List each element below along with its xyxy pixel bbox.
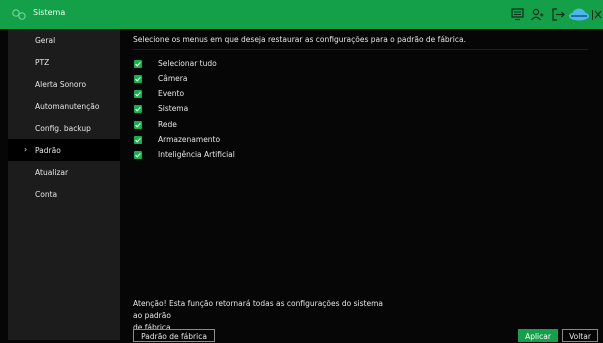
option-inteligencia-artificial[interactable]: Inteligência Artificial (134, 149, 235, 160)
option-label: Evento (158, 89, 185, 98)
main-panel: Selecione os menus em que deseja restaur… (120, 29, 603, 342)
title-bar: Sistema (0, 0, 603, 29)
checkbox-checked-icon[interactable] (134, 150, 142, 159)
sidebar-item-ptz[interactable]: PTZ (8, 51, 120, 73)
cloud-icon[interactable] (568, 7, 590, 22)
sidebar-item-atualizar[interactable]: Atualizar (8, 161, 120, 183)
back-button[interactable]: Voltar (562, 329, 598, 342)
logout-icon[interactable] (551, 7, 566, 22)
option-label: Armazenamento (158, 135, 221, 144)
sidebar-item-config-backup[interactable]: Config. backup (8, 117, 120, 139)
factory-default-button[interactable]: Padrão de fábrica (133, 329, 215, 342)
sidebar-item-label: Atualizar (35, 168, 69, 177)
sidebar-item-label: PTZ (35, 58, 50, 67)
divider (133, 49, 588, 50)
monitor-icon[interactable] (510, 7, 525, 22)
checkbox-checked-icon[interactable] (134, 74, 142, 83)
option-label: Câmera (158, 74, 188, 83)
option-camera[interactable]: Câmera (134, 73, 187, 84)
sidebar-item-label: Config. backup (35, 124, 91, 133)
option-label: Selecionar tudo (158, 59, 217, 68)
warning-line: Atenção! Esta função retornará todas as … (133, 299, 383, 320)
checkbox-checked-icon[interactable] (134, 104, 142, 113)
option-label: Rede (158, 120, 177, 129)
option-rede[interactable]: Rede (134, 119, 177, 130)
sidebar-item-label: Automanutenção (35, 102, 100, 111)
sidebar-item-conta[interactable]: Conta (8, 183, 120, 205)
sidebar-item-label: Geral (35, 36, 56, 45)
checkbox-checked-icon[interactable] (134, 135, 142, 144)
instruction-text: Selecione os menus em que deseja restaur… (133, 35, 466, 44)
user-icon[interactable] (530, 7, 545, 22)
checkbox-checked-icon[interactable] (134, 59, 142, 68)
apply-button[interactable]: Aplicar (518, 329, 558, 342)
app-logo-icon (12, 9, 26, 20)
close-icon[interactable] (593, 7, 603, 22)
option-armazenamento[interactable]: Armazenamento (134, 134, 220, 145)
sidebar-item-padrao[interactable]: › Padrão (8, 139, 120, 161)
sidebar: Geral PTZ Alerta Sonoro Automanutenção C… (8, 29, 120, 340)
sidebar-item-label: Alerta Sonoro (35, 80, 87, 89)
option-select-all[interactable]: Selecionar tudo (134, 58, 217, 69)
sidebar-item-label: Padrão (35, 146, 61, 155)
checkbox-checked-icon[interactable] (134, 89, 142, 98)
chevron-right-icon: › (24, 145, 28, 154)
option-label: Inteligência Artificial (158, 150, 235, 159)
window-title: Sistema (33, 8, 66, 17)
sidebar-item-label: Conta (35, 190, 58, 199)
option-label: Sistema (158, 104, 189, 113)
sidebar-item-geral[interactable]: Geral (8, 29, 120, 51)
option-sistema[interactable]: Sistema (134, 103, 188, 114)
sidebar-item-automanutencao[interactable]: Automanutenção (8, 95, 120, 117)
checkbox-checked-icon[interactable] (134, 120, 142, 129)
option-evento[interactable]: Evento (134, 88, 184, 99)
sidebar-item-alerta-sonoro[interactable]: Alerta Sonoro (8, 73, 120, 95)
